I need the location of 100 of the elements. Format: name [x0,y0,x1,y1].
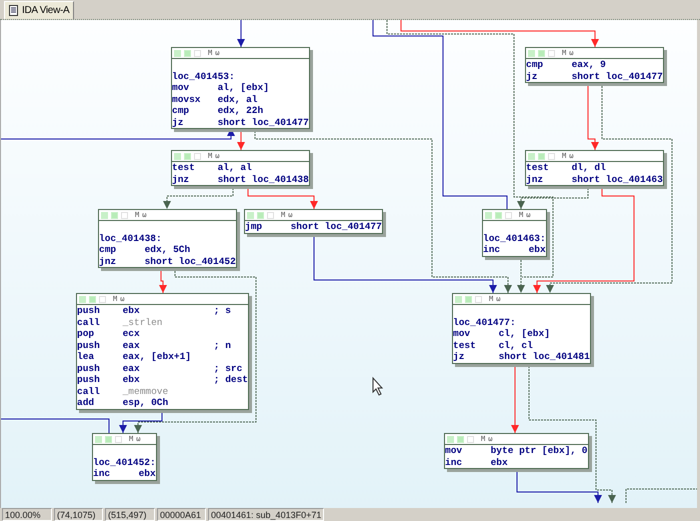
instruction-mnemonic: jz [526,70,538,82]
instruction-mnemonic: movsx [172,94,202,105]
instruction-operand: ebx [490,456,508,468]
filled-square-icon[interactable] [495,212,502,218]
filled-square-icon[interactable] [89,296,96,302]
instruction-mnemonic: jmp [245,221,264,232]
instruction-operand: edx, al [218,94,258,104]
instruction-operand: short loc_401477 [218,116,309,128]
code-label: loc_401452: [93,456,156,468]
instruction-mnemonic: inc [93,468,112,480]
empty-square-icon[interactable] [99,296,106,302]
filled-square-icon[interactable] [174,152,181,160]
instruction-operand: byte ptr [ebx], 0 [490,445,588,456]
instruction-mnemonic: inc [445,456,464,468]
status-field: (74,1075) [54,508,103,521]
instruction-mnemonic: call [77,316,101,328]
graph-edge [626,488,697,504]
instruction-mnemonic: jnz [526,174,544,185]
instruction-mnemonic: jz [172,116,184,128]
instruction-mnemonic: test [526,162,550,174]
document-icon [9,5,18,16]
instruction-operand: edx, 5Ch [144,244,190,255]
filled-square-icon[interactable] [184,50,191,56]
filled-square-icon[interactable] [485,212,492,218]
instruction-operand: short loc_401477 [290,221,382,232]
instruction-mnemonic: jnz [172,174,190,185]
code-label: loc_401438: [99,232,163,244]
empty-square-icon[interactable] [548,152,555,160]
filled-square-icon[interactable] [538,50,545,56]
instruction-operand: short loc_401438 [218,174,309,184]
instruction-mnemonic: lea [77,351,96,362]
empty-square-icon[interactable] [194,50,201,56]
instruction-operand: short loc_401463 [572,174,663,184]
empty-square-icon[interactable] [121,212,128,218]
filled-square-icon[interactable] [465,296,472,302]
code-comment: ; n [214,340,231,351]
instruction-operand: eax [122,362,140,374]
instruction-mnemonic: push [77,340,101,351]
code-label: loc_401453: [172,70,236,82]
filled-square-icon[interactable] [101,212,108,218]
code-comment: ; dest [214,374,248,386]
filled-square-icon[interactable] [457,436,464,442]
filled-square-icon[interactable] [105,436,112,442]
code-label: loc_401477: [453,316,517,328]
code-comment: ; src [214,362,242,374]
filled-square-icon[interactable] [455,296,462,302]
status-field: (515,497) [105,508,155,521]
filled-square-icon[interactable] [538,152,545,160]
instruction-mnemonic: test [453,340,477,351]
filled-square-icon[interactable] [247,212,254,218]
instruction-mnemonic: cmp [526,59,544,70]
instruction-operand: dl, dl [572,162,606,173]
instruction-mnemonic: mov [453,328,472,340]
status-field: 00401461: sub_4013F0+71 [208,508,324,521]
filled-square-icon[interactable] [447,436,454,442]
empty-square-icon[interactable] [548,50,555,56]
filled-square-icon[interactable] [95,436,102,442]
instruction-operand: short loc_401477 [572,70,663,82]
instruction-operand: cl, [ebx] [498,328,550,339]
code-label: loc_401463: [483,232,546,244]
instruction-operand: al, al [218,162,252,173]
instruction-mnemonic: push [77,362,101,374]
instruction-mnemonic: push [77,374,101,386]
instruction-operand: ebx [122,305,140,316]
view-tab[interactable]: IDA View-A [4,1,74,19]
instruction-mnemonic: jnz [99,256,118,267]
filled-square-icon[interactable] [257,212,264,218]
instruction-operand: eax, 9 [572,59,606,70]
instruction-mnemonic: cmp [99,244,118,256]
filled-square-icon[interactable] [528,152,535,160]
instruction-operand: edx, 22h [218,105,264,116]
status-field: 100.00% [2,508,52,521]
instruction-mnemonic: inc [483,244,502,256]
instruction-mnemonic: jz [453,351,466,362]
filled-square-icon[interactable] [528,50,535,56]
instruction-operand: cl, cl [498,340,533,350]
filled-square-icon[interactable] [174,50,181,56]
code-comment: ; s [214,305,231,316]
instruction-mnemonic: mov [172,82,190,94]
mouse-pointer-icon [372,376,384,396]
instruction-operand: short loc_401481 [498,351,590,362]
filled-square-icon[interactable] [184,152,191,160]
instruction-operand: ecx [122,328,140,339]
empty-square-icon[interactable] [467,436,474,442]
instruction-operand: ebx [138,468,156,479]
instruction-operand: eax, [ebx+1] [122,351,192,362]
filled-square-icon[interactable] [111,212,118,218]
graph-edge [237,20,245,48]
instruction-mnemonic: cmp [172,105,190,116]
instruction-mnemonic: mov [445,445,464,456]
empty-square-icon[interactable] [505,212,512,218]
instruction-mnemonic: push [77,305,101,316]
instruction-operand: short loc_401452 [144,256,236,266]
empty-square-icon[interactable] [267,212,274,218]
filled-square-icon[interactable] [79,296,86,302]
empty-square-icon[interactable] [115,436,122,442]
empty-square-icon[interactable] [475,296,482,302]
empty-square-icon[interactable] [194,152,201,160]
instruction-operand: ebx [528,244,546,255]
function-name: _strlen [122,316,163,328]
